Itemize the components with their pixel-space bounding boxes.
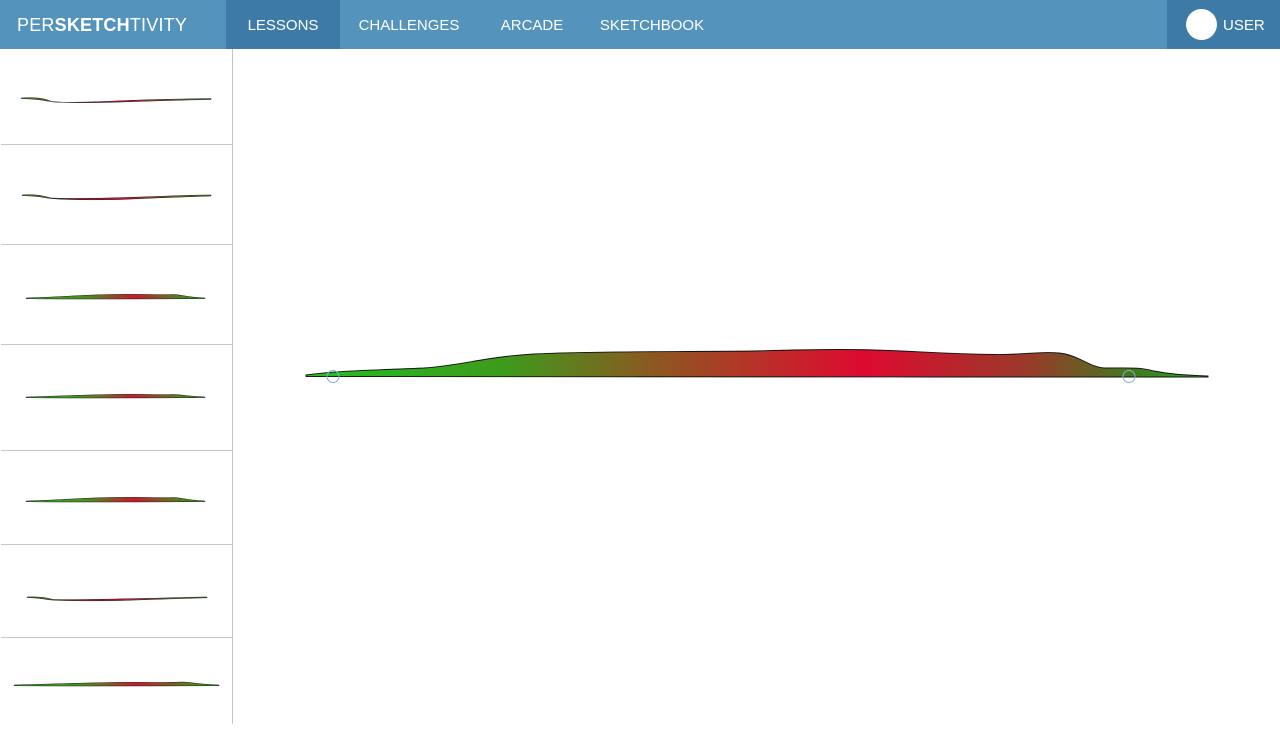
stroke-preview bbox=[305, 349, 1209, 383]
top-navigation-bar: PERSKETCHTIVITY LESSONS CHALLENGES ARCAD… bbox=[0, 0, 1280, 49]
attempts-sidebar bbox=[0, 49, 233, 724]
stroke-thumbnail-6 bbox=[26, 596, 208, 602]
attempt-thumbnail-2[interactable] bbox=[1, 145, 232, 245]
user-avatar-icon bbox=[1186, 9, 1217, 40]
stroke-thumbnail-5 bbox=[25, 497, 206, 503]
app-logo[interactable]: PERSKETCHTIVITY bbox=[17, 14, 187, 36]
logo-middle: SKETCH bbox=[54, 15, 130, 35]
attempt-thumbnail-6[interactable] bbox=[1, 545, 232, 638]
logo-suffix: TIVITY bbox=[129, 15, 188, 35]
attempt-thumbnail-7[interactable] bbox=[1, 638, 232, 725]
logo-prefix: PER bbox=[17, 15, 55, 35]
attempt-thumbnail-3[interactable] bbox=[1, 245, 232, 345]
nav-lessons[interactable]: LESSONS bbox=[226, 0, 340, 49]
user-menu[interactable]: USER bbox=[1167, 0, 1280, 49]
stroke-thumbnail-3 bbox=[25, 294, 206, 300]
user-stroke-shape bbox=[305, 349, 1209, 378]
attempt-thumbnail-4[interactable] bbox=[1, 345, 232, 451]
stroke-thumbnail-1 bbox=[20, 97, 212, 103]
stroke-thumbnail-4 bbox=[25, 394, 206, 399]
nav-challenges[interactable]: CHALLENGES bbox=[352, 0, 466, 49]
user-label: USER bbox=[1223, 17, 1265, 34]
nav-arcade[interactable]: ARCADE bbox=[490, 0, 574, 49]
attempt-thumbnail-5[interactable] bbox=[1, 451, 232, 545]
attempt-thumbnail-1[interactable] bbox=[1, 49, 232, 145]
drawing-canvas[interactable] bbox=[234, 49, 1280, 724]
nav-sketchbook[interactable]: SKETCHBOOK bbox=[592, 0, 712, 49]
stroke-thumbnail-2 bbox=[21, 194, 212, 201]
stroke-thumbnail-7 bbox=[13, 681, 220, 687]
